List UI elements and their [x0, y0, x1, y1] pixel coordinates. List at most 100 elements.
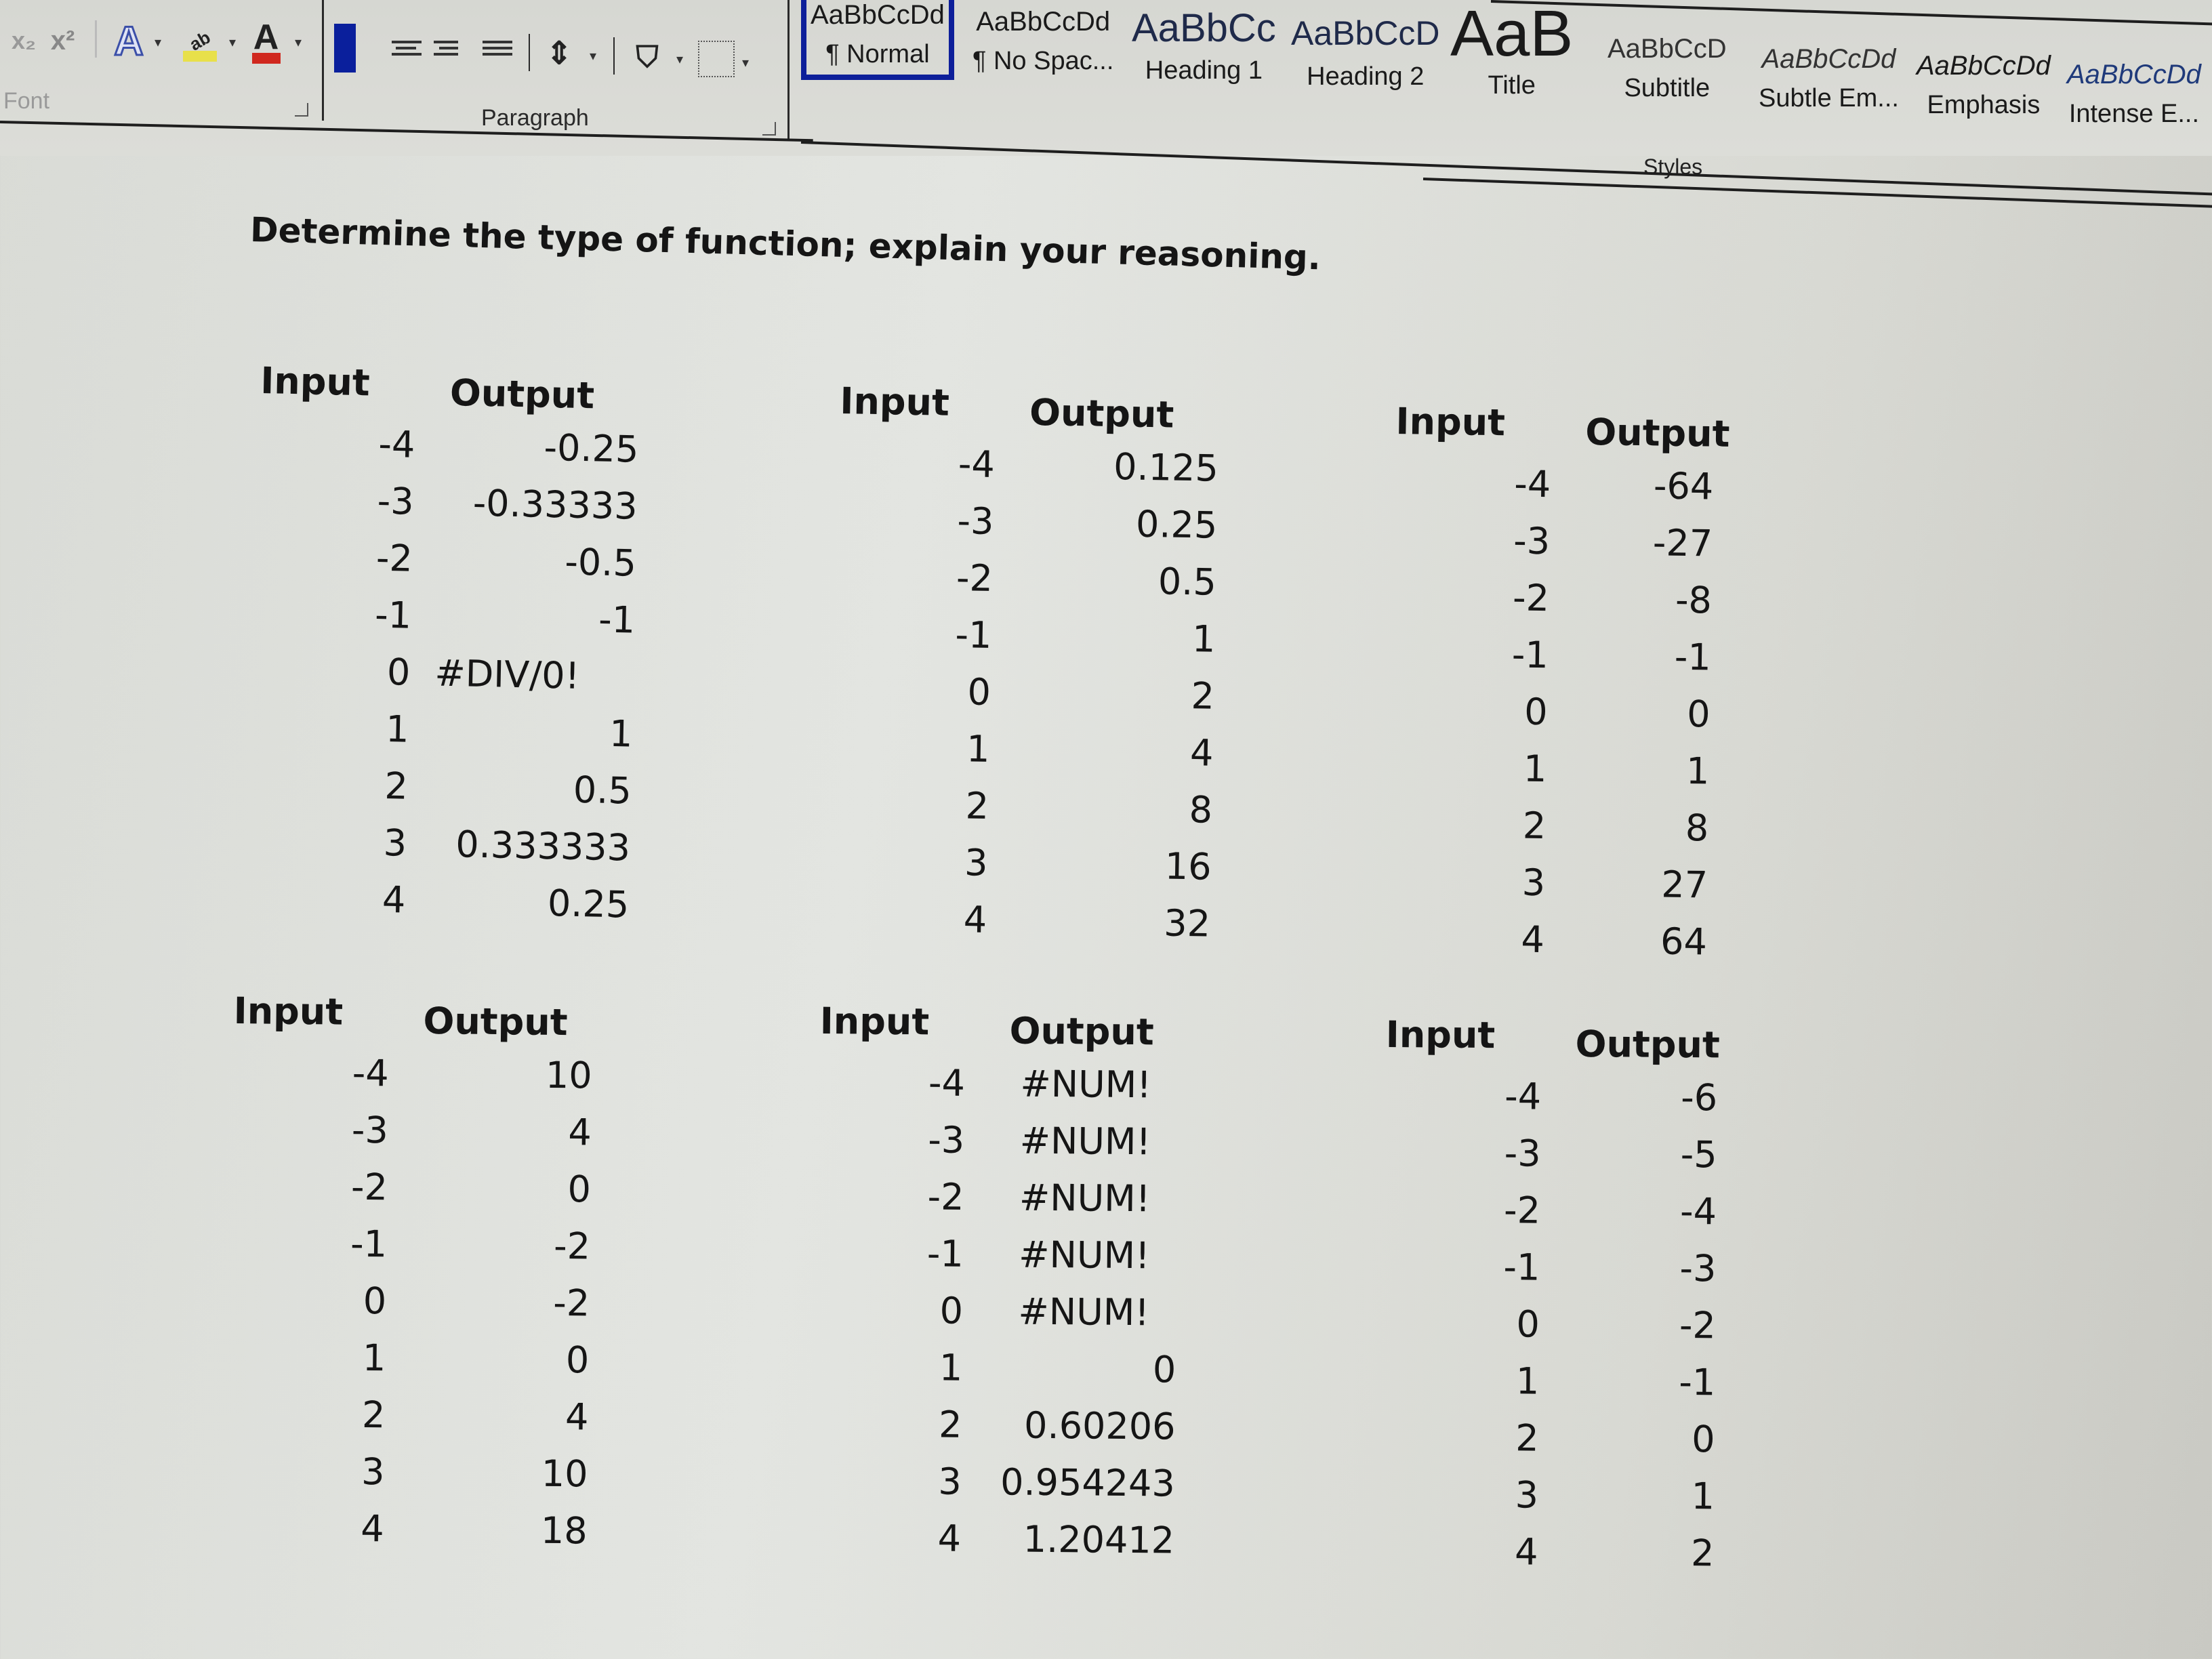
table-row: 11: [1391, 745, 1811, 808]
superscript-button[interactable]: x²: [44, 20, 81, 61]
style-name: Subtle Em...: [1759, 84, 1899, 112]
table-row: 28: [1390, 802, 1811, 865]
output-header: Output: [423, 999, 568, 1044]
output-cell: 4: [565, 1395, 589, 1439]
document-page[interactable]: Determine the type of function; explain …: [0, 156, 2212, 1659]
ribbon-top-border: [1490, 0, 2212, 26]
input-cell: -2: [1503, 1189, 1541, 1232]
style-preview: AaBbCcD: [1291, 14, 1440, 52]
line-spacing-dropdown-icon[interactable]: ▾: [590, 47, 596, 64]
justify-button[interactable]: [483, 37, 512, 64]
table-row: 3 27: [1389, 859, 1809, 922]
input-cell: -2: [375, 536, 413, 580]
table-row: 00: [1391, 689, 1812, 752]
style-no-spacing[interactable]: AaBbCcDd ¶ No Spac...: [972, 7, 1113, 76]
output-cell: 1: [609, 712, 634, 756]
align-right-button[interactable]: [434, 37, 458, 64]
input-cell: 1: [362, 1336, 386, 1380]
table-row: 11: [253, 705, 674, 771]
style-preview: AaBbCcDd: [976, 7, 1111, 37]
input-cell: 1: [939, 1346, 963, 1389]
align-center-button[interactable]: [392, 37, 422, 64]
table-row: -1 1: [836, 611, 1256, 676]
table-row: -1 -2: [231, 1221, 652, 1282]
borders-dropdown-icon[interactable]: ▾: [742, 54, 749, 70]
table-row: -3 -5: [1385, 1131, 1805, 1191]
borders-button[interactable]: [698, 41, 735, 77]
line-spacing-button[interactable]: ⇕: [539, 30, 579, 75]
output-cell: -0.33333: [472, 481, 638, 528]
output-cell: -27: [1652, 521, 1713, 565]
style-normal[interactable]: AaBbCcDd ¶ Normal: [801, 0, 954, 80]
table-row: 4 32: [830, 896, 1251, 960]
output-cell: 0: [567, 1168, 592, 1211]
table-row: -2 #NUM!: [818, 1174, 1239, 1235]
highlight-color-swatch: [183, 51, 217, 62]
font-color-dropdown-icon[interactable]: ▾: [295, 34, 302, 50]
style-intense-emphasis[interactable]: AaBbCcDd Intense E...: [2067, 60, 2201, 129]
input-cell: -4: [377, 422, 416, 466]
output-cell: 0: [1692, 1418, 1715, 1461]
output-cell: #NUM!: [1019, 1233, 1150, 1277]
output-cell: -8: [1675, 578, 1713, 622]
style-subtle-emphasis[interactable]: AaBbCcDd Subtle Em...: [1759, 44, 1899, 113]
style-subtitle[interactable]: AaBbCcD Subtitle: [1607, 34, 1727, 103]
text-effects-button[interactable]: A: [108, 14, 149, 68]
table-row: 0 #DIV/0!: [253, 648, 675, 714]
divider: [613, 37, 615, 75]
input-cell: -1: [926, 1232, 964, 1275]
style-name: Intense E...: [2068, 100, 2200, 128]
output-cell: -0.5: [564, 540, 637, 585]
output-cell: #DIV/0!: [434, 651, 580, 697]
text-effects-dropdown-icon[interactable]: ▾: [155, 34, 161, 50]
shading-button[interactable]: ⛉: [627, 34, 668, 81]
style-title[interactable]: AaB Title: [1450, 1, 1573, 100]
paragraph-dialog-launcher[interactable]: [762, 122, 776, 136]
table-header: Input Output: [819, 1000, 1240, 1064]
output-cell: 0.60206: [1023, 1404, 1176, 1448]
font-color-button[interactable]: A: [247, 17, 285, 58]
table-row: -2 -0.5: [256, 534, 678, 600]
table-row: 0 #NUM!: [817, 1288, 1238, 1349]
output-cell: -2: [1679, 1304, 1717, 1347]
input-cell: -2: [956, 556, 994, 600]
input-cell: 3: [361, 1450, 385, 1494]
style-heading-1[interactable]: AaBbCc Heading 1: [1132, 5, 1276, 85]
input-header: Input: [1395, 400, 1506, 445]
input-cell: -4: [1514, 462, 1551, 506]
table-row: 10: [817, 1345, 1237, 1406]
input-cell: -3: [956, 499, 994, 543]
output-header: Output: [1029, 390, 1174, 436]
output-cell: #NUM!: [1018, 1290, 1150, 1334]
output-cell: 0: [1686, 693, 1711, 736]
input-cell: -4: [352, 1051, 390, 1095]
input-header: Input: [233, 989, 344, 1033]
font-dialog-launcher[interactable]: [295, 103, 308, 117]
style-name: Title: [1488, 71, 1536, 100]
table-row: 1 -1: [1383, 1359, 1804, 1418]
output-cell: 18: [540, 1509, 588, 1553]
output-cell: 0.954243: [1000, 1460, 1176, 1505]
shading-dropdown-icon[interactable]: ▾: [676, 51, 683, 67]
style-emphasis[interactable]: AaBbCcDd Emphasis: [1917, 51, 2051, 120]
function-table: Input Output -4 #NUM! -3 #NUM! -2 #NUM! -1 #…: [815, 1000, 1240, 1576]
table-header: Input Output: [1395, 400, 1816, 467]
table-row: 2 0.60206: [816, 1402, 1237, 1462]
input-cell: -4: [958, 443, 996, 486]
input-cell: -2: [927, 1175, 964, 1218]
output-cell: 0.25: [1135, 502, 1218, 547]
style-preview: AaBbCcD: [1607, 34, 1727, 64]
input-cell: 1: [1523, 747, 1547, 791]
table-row: -1 -1: [1392, 632, 1813, 695]
input-cell: -4: [1504, 1075, 1542, 1118]
function-table: Input Output -4 -0.25 -3 -0.33333 -2 -0.5 -…: [249, 359, 681, 941]
input-cell: -3: [1504, 1132, 1541, 1175]
style-heading-2[interactable]: AaBbCcD Heading 2: [1291, 14, 1440, 91]
table-row: -4 -6: [1385, 1074, 1806, 1134]
input-cell: -4: [928, 1061, 966, 1105]
style-name: Emphasis: [1927, 91, 2041, 119]
input-cell: -2: [1512, 576, 1550, 620]
highlight-dropdown-icon[interactable]: ▾: [229, 34, 236, 50]
subscript-button[interactable]: x₂: [7, 20, 41, 61]
align-left-button[interactable]: [334, 24, 356, 73]
